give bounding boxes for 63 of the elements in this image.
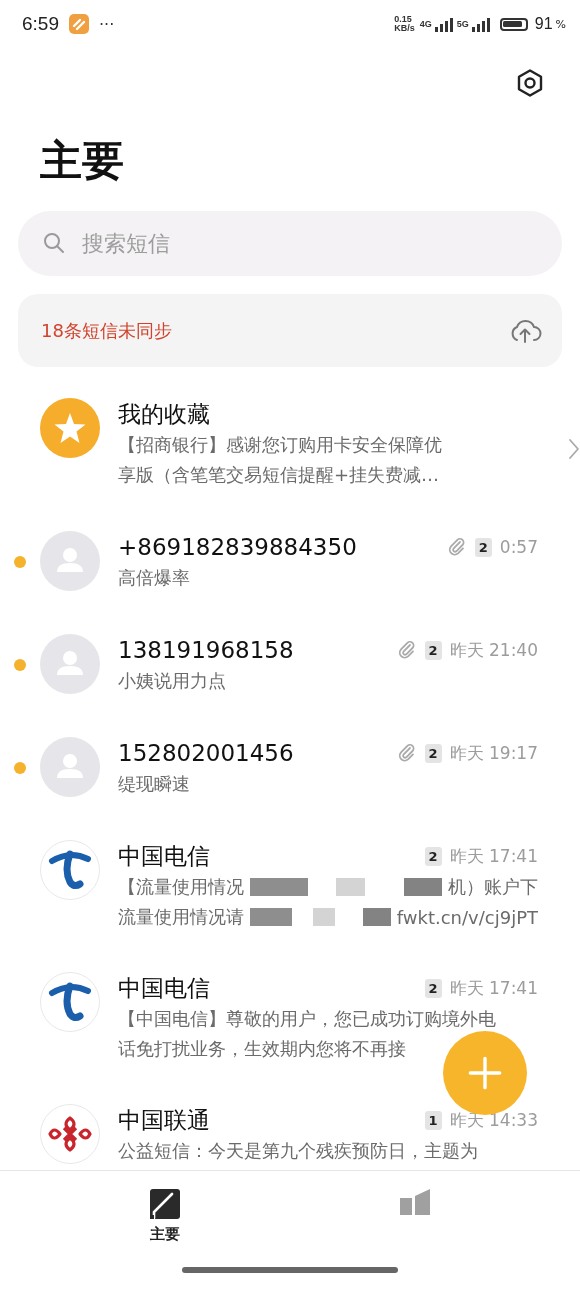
signal-icon <box>471 16 491 32</box>
conversation-item[interactable]: 138191968158 2 昨天 21:40 小姨说用力点 <box>0 612 580 715</box>
message-preview: 小姨说用力点 <box>118 669 226 693</box>
message-preview: 高倍爆率 <box>118 566 190 590</box>
conversation-item[interactable]: 中国电信 2 昨天 17:41 【流量使用情况 机）账户下 流量使用情况请 fwkt.cn/v/cj9jPT <box>0 818 580 950</box>
person-avatar <box>40 737 100 797</box>
more-notifications: ··· <box>99 14 115 34</box>
battery-percent: 91 <box>534 15 553 33</box>
message-time: 昨天 21:40 <box>449 638 538 662</box>
telecom-logo <box>40 972 100 1032</box>
compose-icon <box>150 1189 180 1219</box>
clock-time: 6:59 <box>22 13 59 35</box>
speed-unit: KB/s <box>394 24 415 33</box>
sim-badge: 2 <box>424 743 442 763</box>
sync-banner[interactable]: 18条短信未同步 <box>18 294 562 367</box>
sim-badge: 2 <box>424 640 442 660</box>
message-preview: 缇现瞬速 <box>118 772 190 796</box>
settings-icon[interactable] <box>515 68 545 98</box>
network-type: 4G <box>419 19 432 29</box>
sim-badge: 1 <box>424 1110 442 1130</box>
signal-icon <box>434 16 454 32</box>
nav-tab[interactable]: 主要 <box>125 1189 205 1253</box>
star-avatar <box>40 398 100 458</box>
contact-name: 中国电信 <box>118 973 210 1003</box>
contact-name: +869182839884350 <box>118 534 357 560</box>
message-preview: 享版（含笔笔交易短信提醒+挂失费减… <box>118 463 440 487</box>
network-type: 5G <box>456 19 469 29</box>
message-time: 0:57 <box>499 537 538 557</box>
person-avatar <box>40 634 100 694</box>
person-avatar <box>40 531 100 591</box>
sync-status-text: 18条短信未同步 <box>41 318 172 343</box>
message-preview: 机）账户下 <box>448 875 538 899</box>
page-title: 主要 <box>39 135 125 187</box>
message-preview: 【招商银行】感谢您订购用卡安全保障优 <box>118 433 442 457</box>
conversation-item[interactable]: 中国电信 2 昨天 17:41 【中国电信】尊敬的用户，您已成功订购境外电 话免打扰业务，生效期内您将不再接 <box>0 950 580 1082</box>
sim-badge: 2 <box>424 978 442 998</box>
contact-name: 中国电信 <box>118 841 210 871</box>
message-time: 昨天 17:41 <box>449 976 538 1000</box>
percent-sign: % <box>555 18 566 31</box>
sim-badge: 2 <box>474 537 492 557</box>
battery-icon <box>499 17 528 31</box>
search-field[interactable]: 搜索短信 <box>18 211 562 276</box>
app-icon <box>69 14 89 34</box>
contact-name: 中国联通 <box>118 1105 210 1135</box>
message-preview: 流量使用情况请 <box>118 905 244 929</box>
message-preview: 【中国电信】尊敬的用户，您已成功订购境外电 <box>118 1007 496 1031</box>
message-preview: 公益短信：今天是第九个残疾预防日，主题为 <box>118 1139 478 1163</box>
message-time: 昨天 17:41 <box>449 844 538 868</box>
sim-badge: 2 <box>424 846 442 866</box>
message-preview: fwkt.cn/v/cj9jPT <box>396 906 538 928</box>
telecom-logo <box>40 840 100 900</box>
unicom-logo <box>40 1104 100 1164</box>
tab-label: 主要 <box>150 1225 180 1244</box>
contact-name: 138191968158 <box>118 637 294 663</box>
network-speed: 0.15 <box>394 15 413 24</box>
message-preview: 话免打扰业务，生效期内您将不再接 <box>118 1037 406 1061</box>
message-time: 昨天 19:17 <box>449 741 538 765</box>
message-preview: 【流量使用情况 <box>118 875 244 899</box>
conversation-item[interactable]: 152802001456 2 昨天 19:17 缇现瞬速 <box>0 715 580 818</box>
contact-name: 152802001456 <box>118 740 294 766</box>
conversation-item[interactable]: +869182839884350 2 0:57 高倍爆率 <box>0 509 580 612</box>
conversation-item[interactable]: 我的收藏 【招商银行】感谢您订购用卡安全保障优 享版（含笔笔交易短信提醒+挂失费减… <box>0 386 580 509</box>
contact-name: 我的收藏 <box>118 399 210 429</box>
